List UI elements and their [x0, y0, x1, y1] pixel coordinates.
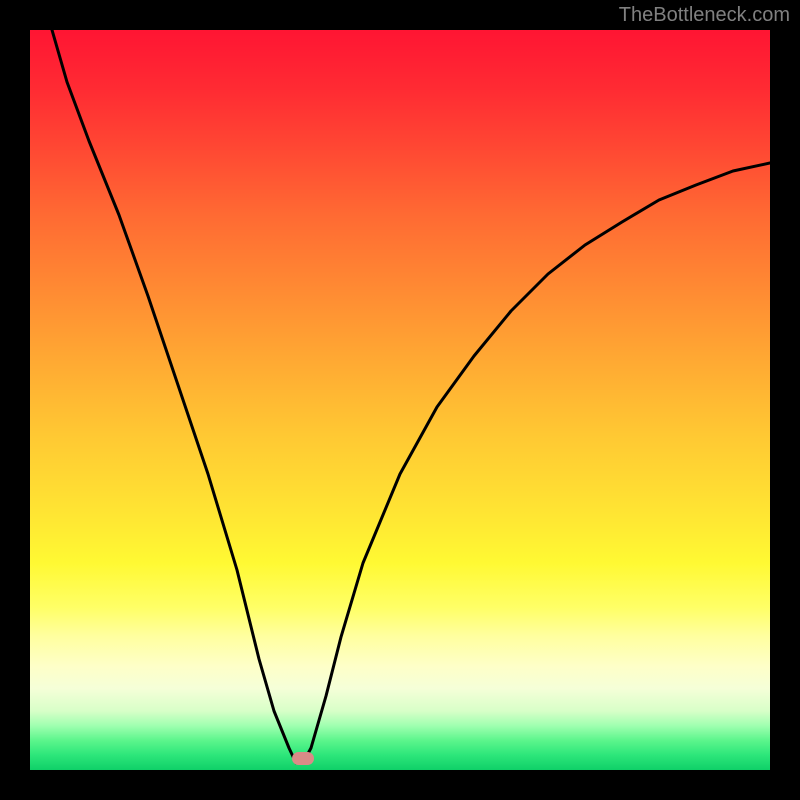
optimal-marker [292, 752, 314, 765]
curve-svg [30, 30, 770, 770]
watermark-label: TheBottleneck.com [619, 4, 790, 27]
plot-area [30, 30, 770, 770]
bottleneck-curve-path [52, 30, 770, 763]
chart-frame: TheBottleneck.com [0, 0, 800, 800]
